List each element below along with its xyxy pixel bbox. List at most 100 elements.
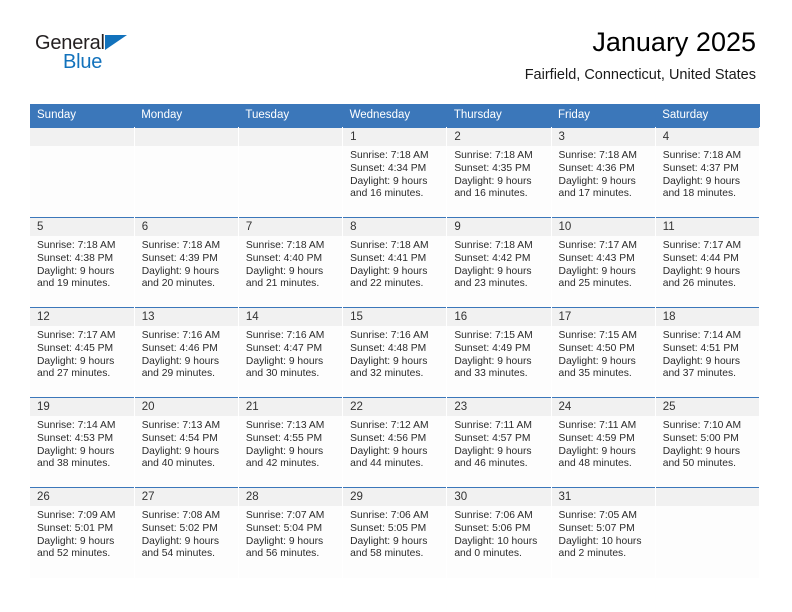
day-number — [134, 128, 238, 146]
daylight-text-line2: and 35 minutes. — [558, 368, 632, 380]
sunrise-text: Sunrise: 7:10 AM — [662, 420, 742, 431]
sunrise-text: Sunrise: 7:18 AM — [662, 150, 742, 161]
day-number: 16 — [447, 308, 551, 326]
day-number — [30, 128, 134, 146]
day-number: 17 — [551, 308, 655, 326]
calendar-day-cell[interactable]: 28 Sunrise: 7:07 AM Sunset: 5:04 PM Dayligh… — [238, 487, 344, 578]
calendar-day-cell[interactable]: 25 Sunrise: 7:10 AM Sunset: 5:00 PM Dayligh… — [655, 397, 761, 488]
sunrise-text: Sunrise: 7:14 AM — [37, 420, 116, 431]
daylight-text-line1: Daylight: 9 hours — [350, 535, 428, 547]
day-details: Sunrise: 7:18 AM Sunset: 4:41 PM Daylight:… — [343, 236, 446, 291]
calendar-day-cell[interactable]: 20 Sunrise: 7:13 AM Sunset: 4:54 PM Dayligh… — [134, 397, 239, 488]
day-details: Sunrise: 7:13 AM Sunset: 4:54 PM Daylight:… — [135, 416, 238, 471]
day-details: Sunrise: 7:16 AM Sunset: 4:47 PM Daylight:… — [239, 326, 342, 381]
day-details: Sunrise: 7:11 AM Sunset: 4:57 PM Daylight:… — [447, 416, 550, 471]
calendar-day-cell[interactable]: 3 Sunrise: 7:18 AM Sunset: 4:36 PM Daylight… — [551, 127, 656, 218]
calendar-week-row: 12 Sunrise: 7:17 AM Sunset: 4:45 PM Dayligh… — [30, 307, 761, 398]
sunrise-text: Sunrise: 7:17 AM — [558, 240, 637, 251]
sunset-text: Sunset: 4:48 PM — [350, 342, 427, 354]
calendar-day-cell[interactable]: 6 Sunrise: 7:18 AM Sunset: 4:39 PM Daylight… — [134, 217, 239, 308]
calendar-day-cell[interactable]: 9 Sunrise: 7:18 AM Sunset: 4:42 PM Daylight… — [446, 217, 552, 308]
calendar-day-cell[interactable]: 12 Sunrise: 7:17 AM Sunset: 4:45 PM Dayligh… — [30, 307, 135, 398]
daylight-text-line2: and 25 minutes. — [558, 278, 632, 290]
calendar-day-cell[interactable]: 16 Sunrise: 7:15 AM Sunset: 4:49 PM Dayligh… — [446, 307, 552, 398]
sunset-text: Sunset: 4:43 PM — [558, 252, 635, 264]
day-details: Sunrise: 7:15 AM Sunset: 4:49 PM Daylight:… — [447, 326, 550, 381]
calendar-day-cell[interactable]: 30 Sunrise: 7:06 AM Sunset: 5:06 PM Dayligh… — [446, 487, 552, 578]
calendar-week-row: 19 Sunrise: 7:14 AM Sunset: 4:53 PM Dayligh… — [30, 397, 761, 488]
calendar-day-cell[interactable]: 5 Sunrise: 7:18 AM Sunset: 4:38 PM Daylight… — [30, 217, 135, 308]
calendar-day-cell[interactable]: 7 Sunrise: 7:18 AM Sunset: 4:40 PM Daylight… — [238, 217, 344, 308]
weekday-header-wednesday: Wednesday — [342, 104, 447, 128]
sunset-text: Sunset: 4:35 PM — [454, 162, 531, 174]
calendar-day-cell[interactable]: 17 Sunrise: 7:15 AM Sunset: 4:50 PM Dayligh… — [551, 307, 656, 398]
day-number: 1 — [343, 128, 447, 146]
logo-text-blue: Blue — [63, 51, 103, 73]
day-number: 4 — [655, 128, 759, 146]
sunrise-text: Sunrise: 7:16 AM — [245, 330, 325, 341]
day-details: Sunrise: 7:06 AM Sunset: 5:06 PM Daylight:… — [447, 506, 550, 561]
day-number: 22 — [343, 398, 447, 416]
calendar-day-cell[interactable]: 22 Sunrise: 7:12 AM Sunset: 4:56 PM Dayligh… — [342, 397, 448, 488]
calendar-day-cell[interactable]: 13 Sunrise: 7:16 AM Sunset: 4:46 PM Dayligh… — [134, 307, 239, 398]
sunrise-text: Sunrise: 7:12 AM — [350, 420, 429, 431]
sunset-text: Sunset: 4:37 PM — [662, 162, 739, 174]
calendar-week-row: 1 Sunrise: 7:18 AM Sunset: 4:34 PM Daylight… — [30, 127, 761, 218]
daylight-text-line2: and 40 minutes. — [141, 458, 215, 470]
weekday-header-row: Sunday Monday Tuesday Wednesday Thursday… — [30, 104, 760, 128]
day-number: 2 — [447, 128, 551, 146]
sunrise-text: Sunrise: 7:15 AM — [558, 330, 637, 341]
day-details: Sunrise: 7:06 AM Sunset: 5:05 PM Daylight:… — [343, 506, 446, 561]
sunrise-text: Sunrise: 7:18 AM — [350, 240, 429, 251]
calendar-day-cell[interactable]: 2 Sunrise: 7:18 AM Sunset: 4:35 PM Daylight… — [446, 127, 552, 218]
day-details: Sunrise: 7:14 AM Sunset: 4:53 PM Daylight:… — [30, 416, 134, 471]
day-number: 21 — [238, 398, 343, 416]
daylight-text-line2: and 48 minutes. — [558, 458, 632, 470]
calendar-day-cell[interactable]: 15 Sunrise: 7:16 AM Sunset: 4:48 PM Dayligh… — [342, 307, 448, 398]
calendar-day-cell[interactable]: 8 Sunrise: 7:18 AM Sunset: 4:41 PM Daylight… — [342, 217, 448, 308]
calendar-day-cell[interactable]: 26 Sunrise: 7:09 AM Sunset: 5:01 PM Dayligh… — [30, 487, 135, 578]
daylight-text-line1: Daylight: 9 hours — [245, 445, 324, 457]
sunset-text: Sunset: 4:51 PM — [662, 342, 739, 354]
sunset-text: Sunset: 4:38 PM — [37, 252, 114, 264]
sunrise-text: Sunrise: 7:13 AM — [245, 420, 325, 431]
calendar-day-cell[interactable]: 24 Sunrise: 7:11 AM Sunset: 4:59 PM Dayligh… — [551, 397, 656, 488]
sunset-text: Sunset: 5:04 PM — [245, 522, 323, 534]
day-number: 15 — [343, 308, 447, 326]
daylight-text-line2: and 44 minutes. — [350, 458, 424, 470]
calendar-day-cell[interactable]: 31 Sunrise: 7:05 AM Sunset: 5:07 PM Dayligh… — [551, 487, 656, 578]
daylight-text-line1: Daylight: 9 hours — [37, 445, 115, 457]
calendar-day-cell[interactable]: 10 Sunrise: 7:17 AM Sunset: 4:43 PM Dayligh… — [551, 217, 656, 308]
daylight-text-line1: Daylight: 9 hours — [662, 355, 740, 367]
day-number: 30 — [447, 488, 551, 506]
calendar-day-cell[interactable]: 23 Sunrise: 7:11 AM Sunset: 4:57 PM Dayligh… — [446, 397, 552, 488]
day-number: 5 — [30, 218, 134, 236]
sunset-text: Sunset: 4:50 PM — [558, 342, 635, 354]
calendar-day-cell[interactable]: 14 Sunrise: 7:16 AM Sunset: 4:47 PM Dayligh… — [238, 307, 344, 398]
calendar-day-cell[interactable]: 29 Sunrise: 7:06 AM Sunset: 5:05 PM Dayligh… — [342, 487, 448, 578]
day-details: Sunrise: 7:07 AM Sunset: 5:04 PM Daylight:… — [239, 506, 342, 561]
daylight-text-line2: and 52 minutes. — [37, 548, 111, 560]
sunrise-text: Sunrise: 7:05 AM — [558, 510, 637, 521]
calendar-day-cell[interactable]: 19 Sunrise: 7:14 AM Sunset: 4:53 PM Dayligh… — [30, 397, 135, 488]
day-number: 31 — [551, 488, 655, 506]
day-number: 29 — [343, 488, 447, 506]
calendar-day-cell[interactable]: 27 Sunrise: 7:08 AM Sunset: 5:02 PM Dayligh… — [134, 487, 239, 578]
daylight-text-line2: and 38 minutes. — [37, 458, 111, 470]
generalblue-logo[interactable]: General Blue — [35, 32, 215, 78]
day-number: 20 — [134, 398, 238, 416]
calendar-day-cell[interactable]: 18 Sunrise: 7:14 AM Sunset: 4:51 PM Dayligh… — [655, 307, 761, 398]
sunset-text: Sunset: 4:47 PM — [245, 342, 323, 354]
calendar-day-cell[interactable]: 4 Sunrise: 7:18 AM Sunset: 4:37 PM Daylight… — [655, 127, 761, 218]
calendar-day-cell[interactable]: 11 Sunrise: 7:17 AM Sunset: 4:44 PM Dayligh… — [655, 217, 761, 308]
day-details: Sunrise: 7:05 AM Sunset: 5:07 PM Daylight:… — [552, 506, 655, 561]
day-number: 11 — [655, 218, 759, 236]
calendar-day-cell[interactable]: 1 Sunrise: 7:18 AM Sunset: 4:34 PM Daylight… — [342, 127, 448, 218]
day-details: Sunrise: 7:18 AM Sunset: 4:42 PM Daylight:… — [447, 236, 550, 291]
day-details: Sunrise: 7:16 AM Sunset: 4:48 PM Daylight:… — [343, 326, 446, 381]
day-details: Sunrise: 7:10 AM Sunset: 5:00 PM Daylight:… — [656, 416, 759, 471]
calendar-day-cell[interactable]: 21 Sunrise: 7:13 AM Sunset: 4:55 PM Dayligh… — [238, 397, 344, 488]
sunrise-text: Sunrise: 7:17 AM — [37, 330, 116, 341]
calendar-table: Sunday Monday Tuesday Wednesday Thursday… — [30, 104, 761, 578]
day-details: Sunrise: 7:18 AM Sunset: 4:37 PM Daylight:… — [656, 146, 759, 201]
